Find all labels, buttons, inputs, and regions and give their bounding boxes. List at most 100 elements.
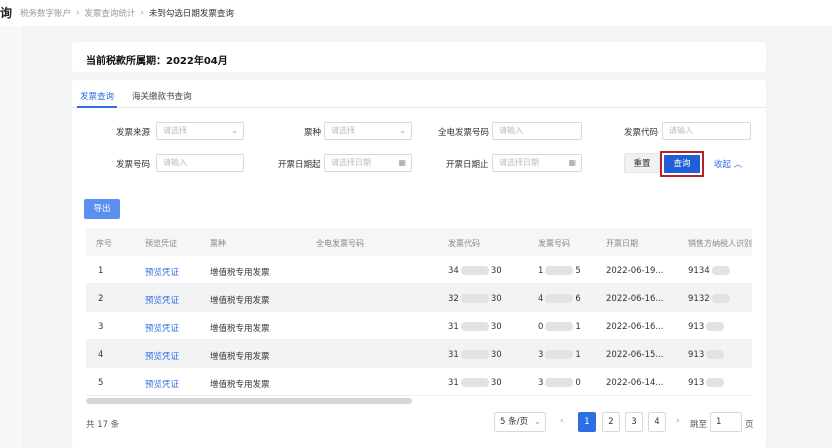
invoice-number: 01 [538, 322, 581, 332]
page-button-3[interactable]: 3 [625, 412, 643, 432]
collapse-label: 收起 [714, 160, 732, 170]
table-row[interactable]: 5 预览凭证 增值税专用发票 31 30 30 2022-06-14... 913 [86, 368, 752, 396]
tab-invoice-query[interactable]: 发票查询 [76, 90, 118, 108]
column-header: 序号 [96, 239, 112, 248]
calendar-icon: ▦ [398, 158, 406, 167]
number-label: 发票号码 [116, 160, 151, 170]
preview-voucher-link[interactable]: 预览凭证 [145, 266, 179, 278]
redacted-mask [460, 378, 489, 387]
number-start: 3 [538, 378, 544, 388]
breadcrumb-item-current: 未到勾选日期发票查询 [148, 9, 234, 19]
collapse-toggle[interactable]: 收起 ︿ [714, 158, 742, 170]
invoice-code: 31 30 [448, 322, 502, 332]
chevron-right-icon: › [76, 8, 80, 18]
full-number-input[interactable]: 请输入 [492, 122, 582, 140]
reset-button[interactable]: 重置 [624, 153, 660, 173]
jump-page-input[interactable]: 1 [710, 412, 742, 432]
date-from-placeholder: 请选择日期 [331, 158, 371, 167]
preview-voucher-link[interactable]: 预览凭证 [145, 294, 179, 306]
redacted-mask [706, 378, 725, 387]
redacted-mask [545, 266, 574, 275]
breadcrumb: 税务数字账户 › 发票查询统计 › 未到勾选日期发票查询 [20, 7, 234, 19]
code-end: 30 [490, 294, 502, 304]
preview-voucher-link[interactable]: 预览凭证 [145, 378, 179, 390]
issue-date: 2022-06-19... [606, 266, 664, 276]
page-button-4[interactable]: 4 [648, 412, 666, 432]
tab-bar: 发票查询 海关缴款书查询 [72, 80, 766, 108]
invoice-type: 增值税专用发票 [210, 380, 270, 390]
column-header: 发票代码 [448, 239, 480, 248]
invoice-code: 34 30 [448, 266, 502, 276]
issue-date: 2022-06-14... [606, 378, 664, 388]
code-placeholder: 请输入 [669, 126, 693, 135]
invoice-type: 增值税专用发票 [210, 296, 270, 306]
column-header: 预览凭证 [145, 239, 177, 248]
table-row[interactable]: 1 预览凭证 增值税专用发票 34 30 15 2022-06-19... 913… [86, 256, 752, 284]
number-start: 3 [538, 350, 544, 360]
code-start: 31 [448, 350, 459, 360]
invoice-number: 31 [538, 350, 581, 360]
date-to-picker[interactable]: 请选择日期 ▦ [492, 154, 582, 172]
seller-tax-id: 9132 [688, 294, 732, 304]
page-size-select[interactable]: 5 条/页 ⌄ [494, 412, 546, 432]
seller-tax-id: 9134 [688, 266, 732, 276]
row-index: 2 [98, 294, 104, 304]
prev-page-icon[interactable]: ‹ [560, 416, 564, 426]
preview-voucher-link[interactable]: 预览凭证 [145, 322, 179, 334]
number-end: 6 [575, 294, 581, 304]
page-button-2[interactable]: 2 [602, 412, 620, 432]
top-bar: 询 税务数字账户 › 发票查询统计 › 未到勾选日期发票查询 [0, 0, 832, 26]
code-input[interactable]: 请输入 [662, 122, 751, 140]
invoice-code: 31 30 [448, 378, 502, 388]
tax-period-label: 当前税款所属期： [86, 56, 166, 67]
invoice-code: 31 30 [448, 350, 502, 360]
preview-voucher-link[interactable]: 预览凭证 [145, 350, 179, 362]
invoice-type: 增值税专用发票 [210, 352, 270, 362]
redacted-mask [545, 350, 574, 359]
code-end: 30 [490, 378, 502, 388]
invoice-type: 增值税专用发票 [210, 268, 270, 278]
redacted-mask [460, 322, 489, 331]
redacted-mask [706, 322, 725, 331]
column-header: 票种 [210, 239, 226, 248]
table-header: 序号 预览凭证 票种 全电发票号码 发票代码 发票号码 开票日期 销售方纳税人识… [86, 228, 752, 256]
code-start: 31 [448, 378, 459, 388]
redacted-mask [711, 266, 730, 275]
code-end: 30 [490, 266, 502, 276]
full-number-label: 全电发票号码 [438, 128, 490, 138]
invoice-number: 15 [538, 266, 581, 276]
redacted-mask [711, 294, 730, 303]
query-button[interactable]: 查询 [664, 155, 700, 173]
number-end: 1 [575, 350, 581, 360]
date-to-placeholder: 请选择日期 [499, 158, 539, 167]
number-input[interactable]: 请输入 [156, 154, 244, 172]
query-card: 发票查询 海关缴款书查询 发票来源 请选择 ⌄ 票种 请选择 ⌄ 全电发票号码 … [72, 80, 766, 448]
type-select[interactable]: 请选择 ⌄ [324, 122, 412, 140]
total-count: 共 17 条 [86, 420, 120, 430]
code-start: 31 [448, 322, 459, 332]
row-index: 1 [98, 266, 104, 276]
redacted-mask [460, 350, 489, 359]
breadcrumb-item-account[interactable]: 税务数字账户 [20, 7, 71, 19]
source-placeholder: 请选择 [163, 126, 187, 135]
tab-customs-query[interactable]: 海关缴款书查询 [132, 90, 192, 102]
export-button[interactable]: 导出 [84, 199, 120, 219]
chevron-down-icon: ⌄ [533, 417, 541, 427]
table-row[interactable]: 4 预览凭证 增值税专用发票 31 30 31 2022-06-15... 913 [86, 340, 752, 368]
date-from-label: 开票日期起 [278, 160, 321, 170]
next-page-icon[interactable]: › [676, 416, 680, 426]
source-select[interactable]: 请选择 ⌄ [156, 122, 244, 140]
number-start: 1 [538, 266, 544, 276]
code-label: 发票代码 [624, 128, 659, 138]
date-from-picker[interactable]: 请选择日期 ▦ [324, 154, 412, 172]
row-index: 3 [98, 322, 104, 332]
column-header: 发票号码 [538, 239, 570, 248]
page-button-1[interactable]: 1 [578, 412, 596, 432]
horizontal-scrollbar[interactable] [86, 398, 412, 404]
table-row[interactable]: 3 预览凭证 增值税专用发票 31 30 01 2022-06-16... 913 [86, 312, 752, 340]
date-to-label: 开票日期止 [446, 160, 489, 170]
invoice-number: 46 [538, 294, 581, 304]
breadcrumb-item-stats[interactable]: 发票查询统计 [84, 7, 135, 19]
code-start: 34 [448, 266, 459, 276]
table-row[interactable]: 2 预览凭证 增值税专用发票 32 30 46 2022-06-16... 913… [86, 284, 752, 312]
